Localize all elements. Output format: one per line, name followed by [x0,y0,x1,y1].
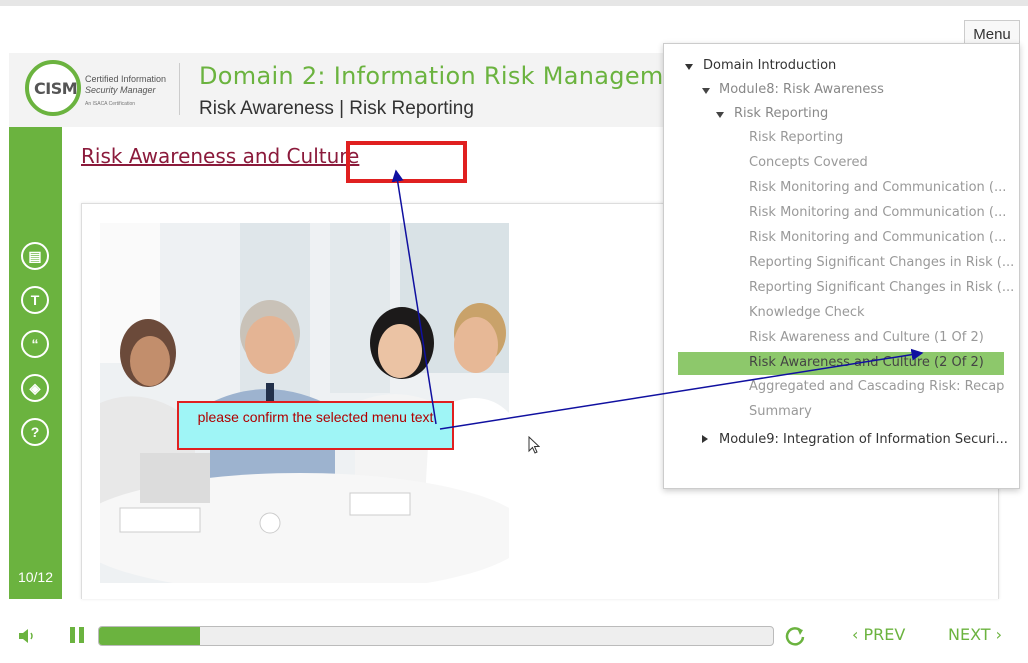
annotation-title-box [346,141,467,183]
menu-item[interactable]: Reporting Significant Changes in Risk (.… [749,280,1014,295]
expand-arrow-icon[interactable] [716,112,724,118]
menu-item[interactable]: Risk Monitoring and Communication (... [749,180,1006,195]
page-counter: 10/12 [17,569,54,585]
logo-text-line1: Certified Information [85,74,167,84]
expand-arrow-icon[interactable] [702,88,710,94]
menu-panel: Domain Introduction Module8: Risk Awaren… [663,43,1020,489]
resources-icon[interactable]: ◈ [21,374,49,402]
prev-button[interactable]: ‹ PREV [852,625,905,644]
quote-icon[interactable]: “ [21,330,49,358]
glossary-glyph: ▤ [28,247,42,264]
menu-item[interactable]: Knowledge Check [749,305,865,320]
collapse-arrow-icon[interactable] [702,435,708,443]
chevron-right-icon: › [990,625,1003,644]
menu-item[interactable]: Risk Reporting [749,130,843,145]
quote-glyph: “ [31,336,39,352]
lesson-subtitle: Risk Awareness | Risk Reporting [199,98,474,119]
next-button[interactable]: NEXT › [948,625,1002,644]
annotation-callout: please confirm the selected menu text [177,401,454,450]
progress-bar-fill [99,627,201,645]
replay-icon[interactable] [784,625,806,647]
glossary-icon[interactable]: ▤ [21,242,49,270]
help-glyph: ? [30,424,40,440]
menu-item-module9[interactable]: Module9: Integration of Information Secu… [719,432,1008,447]
transcript-glyph: T [30,292,40,308]
cism-logo: CISM Certified Information Security Mana… [25,60,185,118]
menu-item[interactable]: Risk Awareness and Culture (1 Of 2) [749,330,984,345]
menu-item[interactable]: Reporting Significant Changes in Risk (.… [749,255,1014,270]
pause-icon[interactable] [69,627,85,643]
menu-item-domain-introduction[interactable]: Domain Introduction [703,58,836,73]
next-label: NEXT [948,625,991,644]
menu-item[interactable]: Risk Monitoring and Communication (... [749,205,1006,220]
domain-title: Domain 2: Information Risk Management [199,62,704,90]
expand-arrow-icon[interactable] [685,64,693,70]
resources-glyph: ◈ [29,379,41,396]
chevron-left-icon: ‹ [852,625,864,644]
menu-item[interactable]: Aggregated and Cascading Risk: Recap [749,379,1004,394]
course-player: CISM Certified Information Security Mana… [0,0,1028,663]
help-icon[interactable]: ? [21,418,49,446]
transcript-icon[interactable]: T [21,286,49,314]
menu-item-risk-reporting-section[interactable]: Risk Reporting [734,106,828,121]
slide-title: Risk Awareness and Culture [81,144,360,168]
menu-item-selected[interactable]: Risk Awareness and Culture (2 Of 2) [749,355,984,370]
left-toolbar: ▤ T “ ◈ ? 10/12 [9,127,62,599]
prev-label: PREV [863,625,906,644]
menu-item[interactable]: Summary [749,404,812,419]
logo-mark: CISM [34,79,78,98]
menu-item[interactable]: Concepts Covered [749,155,868,170]
mouse-cursor-icon [528,436,540,454]
logo-text-line3: An ISACA Certification [85,101,136,107]
speaker-icon[interactable] [18,629,38,643]
progress-bar[interactable] [98,626,774,646]
menu-item[interactable]: Risk Monitoring and Communication (... [749,230,1006,245]
logo-text-line2: Security Manager [85,85,156,95]
menu-item-module8[interactable]: Module8: Risk Awareness [719,82,884,97]
header-divider [179,63,180,115]
